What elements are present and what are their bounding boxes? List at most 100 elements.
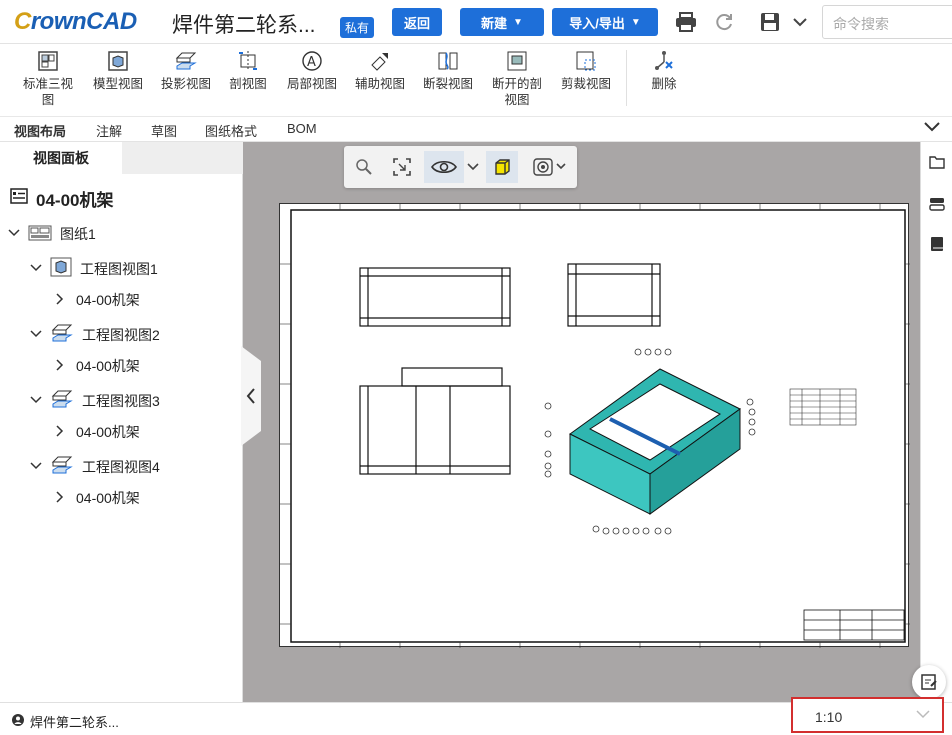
tab-sketch[interactable]: 草图 bbox=[151, 121, 177, 140]
svg-text:A: A bbox=[307, 55, 316, 70]
layers-icon[interactable] bbox=[927, 194, 947, 214]
auxiliary-view-button[interactable]: 辅助视图 bbox=[352, 48, 408, 92]
tree-view-4[interactable]: 工程图视图4 bbox=[30, 455, 160, 478]
tree-view-label: 工程图视图1 bbox=[80, 260, 158, 277]
projected-view-button[interactable]: 投影视图 bbox=[158, 48, 214, 92]
print-icon[interactable] bbox=[674, 10, 698, 34]
chevron-left-icon bbox=[246, 388, 255, 404]
new-button[interactable]: 新建 ▼ bbox=[460, 8, 544, 36]
broken-view-button[interactable]: 断裂视图 bbox=[420, 48, 476, 92]
section-view-button[interactable]: 剖视图 bbox=[226, 48, 270, 92]
tree-root[interactable]: 04-00机架 bbox=[10, 186, 113, 211]
chevron-down-icon[interactable] bbox=[30, 329, 42, 341]
eye-icon[interactable] bbox=[424, 151, 464, 183]
ribbon-toolbar: 标准三视图 模型视图 投影视图 剖视图 A 局部视图 辅助视图 断裂视图 断开的… bbox=[0, 44, 952, 116]
zoom-icon[interactable] bbox=[348, 151, 380, 183]
chevron-down-icon[interactable] bbox=[788, 10, 812, 34]
status-document[interactable]: 焊件第二轮系... bbox=[12, 712, 119, 731]
tab-view-panel[interactable]: 视图面板 bbox=[0, 142, 122, 174]
tree-view-2-child[interactable]: 04-00机架 bbox=[56, 356, 140, 376]
private-badge: 私有 bbox=[340, 17, 375, 38]
sheet-icon bbox=[28, 225, 52, 244]
chevron-down-icon bbox=[916, 707, 930, 722]
ribbon-tabs: 视图布局 注解 草图 图纸格式 BOM bbox=[0, 116, 952, 142]
broken-out-section-button[interactable]: 断开的剖视图 bbox=[488, 48, 546, 108]
shaded-cube-icon[interactable] bbox=[486, 151, 518, 183]
tab-bom[interactable]: BOM bbox=[287, 121, 317, 136]
chevron-down-icon[interactable] bbox=[464, 151, 482, 183]
right-rail bbox=[920, 142, 952, 702]
edit-note-button[interactable] bbox=[912, 665, 946, 699]
chevron-down-icon: ▼ bbox=[513, 16, 523, 28]
tree-view-1-child[interactable]: 04-00机架 bbox=[56, 290, 140, 310]
projected-view-icon bbox=[174, 48, 198, 74]
drawing-sheet[interactable] bbox=[279, 203, 910, 648]
chevron-down-icon: ▼ bbox=[630, 16, 641, 28]
section-view-icon bbox=[236, 48, 260, 74]
chevron-right-icon[interactable] bbox=[56, 490, 68, 506]
tree-view-1[interactable]: 工程图视图1 bbox=[30, 257, 158, 280]
delete-button[interactable]: 删除 bbox=[642, 48, 686, 92]
top-bar: CrownCAD 焊件第二轮系... 私有 返回 新建 ▼ 导入/导出 ▼ 命令搜索 bbox=[0, 0, 952, 44]
chevron-right-icon[interactable] bbox=[56, 292, 68, 308]
tree-view-2[interactable]: 工程图视图2 bbox=[30, 323, 160, 346]
auxiliary-view-icon bbox=[368, 48, 392, 74]
chevron-down-icon[interactable] bbox=[30, 461, 42, 473]
projected-view-icon bbox=[50, 323, 74, 346]
command-search-input[interactable]: 命令搜索 bbox=[822, 5, 952, 39]
document-title: 焊件第二轮系... bbox=[172, 14, 316, 37]
chevron-down-icon[interactable] bbox=[8, 228, 20, 240]
broken-out-section-icon bbox=[505, 48, 529, 74]
standard-three-view-icon bbox=[36, 48, 60, 74]
broken-view-icon bbox=[436, 48, 460, 74]
panel-collapse-handle[interactable] bbox=[241, 346, 261, 446]
crop-view-icon bbox=[574, 48, 598, 74]
tab-view-layout[interactable]: 视图布局 bbox=[14, 121, 66, 140]
chevron-right-icon[interactable] bbox=[56, 358, 68, 374]
tab-sheet-format[interactable]: 图纸格式 bbox=[205, 121, 257, 140]
book-icon[interactable] bbox=[927, 234, 947, 254]
model-view-button[interactable]: 模型视图 bbox=[90, 48, 146, 92]
tree-sheet[interactable]: 图纸1 bbox=[8, 224, 96, 244]
delete-icon bbox=[652, 48, 676, 74]
back-button[interactable]: 返回 bbox=[392, 8, 442, 36]
import-export-button[interactable]: 导入/导出 ▼ bbox=[552, 8, 658, 36]
chevron-down-icon[interactable] bbox=[924, 120, 940, 135]
chevron-right-icon[interactable] bbox=[56, 424, 68, 440]
crop-view-button[interactable]: 剪裁视图 bbox=[556, 48, 616, 92]
tree-view-3[interactable]: 工程图视图3 bbox=[30, 389, 160, 412]
scale-value: 1:10 bbox=[815, 709, 843, 725]
detail-view-icon: A bbox=[300, 48, 324, 74]
projected-view-icon bbox=[50, 455, 74, 478]
save-icon[interactable] bbox=[758, 10, 782, 34]
projected-view-icon bbox=[50, 389, 74, 412]
chevron-down-icon[interactable] bbox=[30, 263, 42, 275]
ribbon-separator bbox=[626, 50, 627, 106]
panel-tab-spacer bbox=[122, 142, 243, 174]
status-document-label: 焊件第二轮系... bbox=[30, 715, 119, 730]
model-view-icon bbox=[106, 48, 130, 74]
folder-icon[interactable] bbox=[927, 152, 947, 172]
tree-sheet-label: 图纸1 bbox=[60, 226, 96, 242]
view-toolbar bbox=[344, 146, 577, 188]
tree-child-label: 04-00机架 bbox=[76, 424, 140, 440]
zoom-fit-icon[interactable] bbox=[386, 151, 418, 183]
view-panel: 视图面板 04-00机架 图纸1 工程图视图1 04-00机架 工程图视图2 0… bbox=[0, 142, 243, 702]
display-style-icon[interactable] bbox=[528, 151, 572, 183]
app-logo: CrownCAD bbox=[14, 8, 137, 35]
tree-child-label: 04-00机架 bbox=[76, 292, 140, 308]
tree-view-label: 工程图视图2 bbox=[82, 326, 160, 343]
refresh-icon[interactable] bbox=[712, 10, 736, 34]
drawing-sheet-graphic bbox=[280, 204, 910, 648]
document-list-icon bbox=[10, 188, 28, 209]
tree-view-3-child[interactable]: 04-00机架 bbox=[56, 422, 140, 442]
model-view-icon bbox=[50, 257, 72, 280]
tree-view-4-child[interactable]: 04-00机架 bbox=[56, 488, 140, 508]
tree-view-label: 工程图视图3 bbox=[82, 392, 160, 409]
standard-three-view-button[interactable]: 标准三视图 bbox=[18, 48, 78, 108]
edit-note-icon bbox=[921, 674, 937, 690]
chevron-down-icon[interactable] bbox=[30, 395, 42, 407]
scale-select[interactable]: 1:10 bbox=[791, 697, 944, 733]
tab-annotation[interactable]: 注解 bbox=[96, 121, 122, 140]
detail-view-button[interactable]: A 局部视图 bbox=[284, 48, 340, 92]
